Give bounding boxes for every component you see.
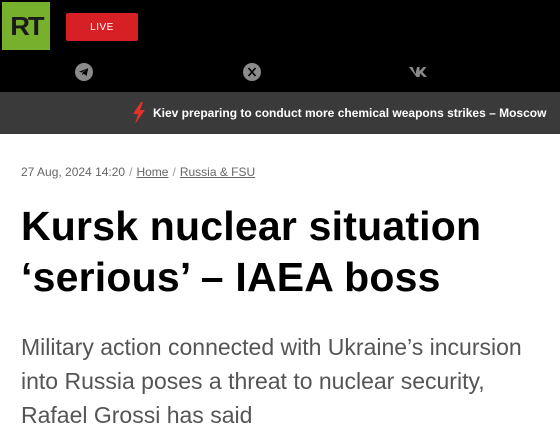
telegram-icon[interactable] (74, 62, 94, 82)
live-button[interactable]: LIVE (66, 13, 138, 41)
breadcrumb-russia-fsu[interactable]: Russia & FSU (180, 165, 255, 179)
vk-icon[interactable] (407, 62, 433, 82)
breadcrumb-home[interactable]: Home (136, 165, 168, 179)
top-bar: RT LIVE (0, 0, 560, 92)
article-meta: 27 Aug, 2024 14:20/Home / Russia & FSU (21, 165, 255, 179)
article-date: 27 Aug, 2024 14:20 (21, 165, 126, 179)
news-ticker[interactable]: Kiev preparing to conduct more chemical … (0, 92, 560, 134)
ticker-headline[interactable]: Kiev preparing to conduct more chemical … (153, 92, 546, 134)
rt-logo[interactable]: RT (2, 2, 50, 50)
logo-text: RT (9, 10, 44, 41)
breadcrumb-separator: / (129, 165, 133, 179)
x-icon[interactable] (242, 62, 262, 82)
article-summary: Military action connected with Ukraine’s… (21, 334, 522, 428)
lightning-icon (132, 102, 146, 124)
article-headline: Kursk nuclear situation ‘serious’ – IAEA… (21, 203, 482, 300)
breadcrumb-separator: / (172, 165, 176, 179)
